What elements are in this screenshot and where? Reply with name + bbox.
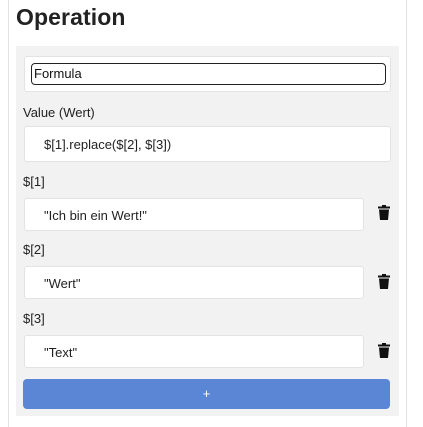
trash-icon[interactable] [378, 274, 392, 290]
param-3-input[interactable]: "Text" [24, 335, 364, 368]
operation-page: Operation Formula Value (Wert) $[1].repl… [0, 0, 423, 427]
value-field-text: $[1].replace($[2], $[3]) [44, 137, 172, 152]
param-1-input[interactable]: "Ich bin ein Wert!" [24, 198, 364, 231]
param-2-input[interactable]: "Wert" [24, 266, 364, 299]
add-param-button[interactable]: + [23, 379, 390, 409]
param-1-value: "Ich bin ein Wert!" [44, 208, 147, 223]
trash-icon[interactable] [378, 343, 392, 359]
param-2-label: $[2] [23, 242, 45, 257]
param-3-label: $[3] [23, 311, 45, 326]
page-title: Operation [16, 4, 126, 30]
operation-panel: Formula Value (Wert) $[1].replace($[2], … [16, 46, 399, 416]
trash-icon[interactable] [378, 205, 392, 221]
param-1-label: $[1] [23, 174, 45, 189]
param-2-value: "Wert" [44, 276, 81, 291]
value-label: Value (Wert) [23, 105, 95, 120]
value-field[interactable]: $[1].replace($[2], $[3]) [24, 126, 391, 162]
param-3-value: "Text" [44, 345, 78, 360]
operation-type-select[interactable]: Formula [31, 63, 386, 85]
type-select-card: Formula [24, 56, 391, 92]
